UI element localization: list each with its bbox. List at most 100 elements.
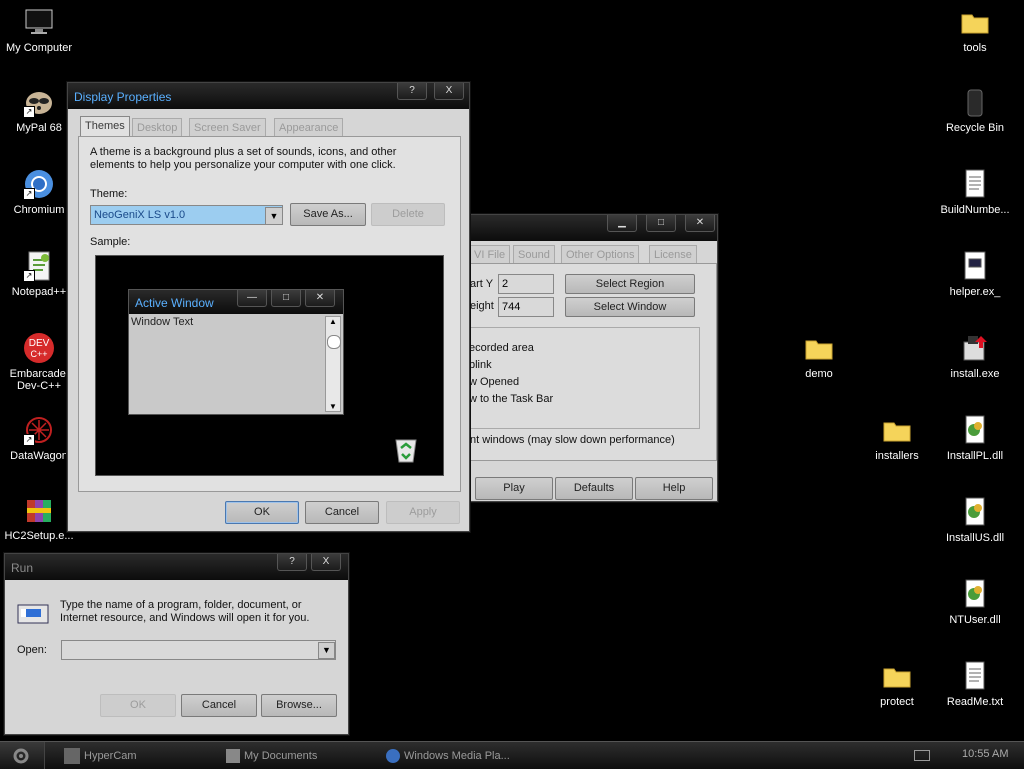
taskbar-item-hypercam[interactable]: HyperCam [64, 745, 214, 767]
minimize-button[interactable]: ▁ [607, 215, 637, 232]
scroll-thumb [327, 335, 341, 349]
hypercam-tabs: VI File Sound Other Options License [469, 245, 715, 264]
hypercam-window: ▁ □ ✕ VI File Sound Other Options Licens… [430, 214, 718, 502]
tab-appearance[interactable]: Appearance [274, 118, 344, 137]
cancel-button[interactable]: Cancel [305, 501, 379, 524]
dll-file-icon [959, 414, 991, 446]
desktop-icon-protect[interactable]: protect [858, 660, 936, 708]
run-description-line1: Type the name of a program, folder, docu… [60, 599, 302, 611]
tab-desktop[interactable]: Desktop [132, 118, 183, 137]
sample-window-titlebar: Active Window — □ ✕ [129, 290, 343, 314]
desktop-icon-recycle-bin[interactable]: Recycle Bin [936, 86, 1014, 134]
shortcut-arrow-icon: ↗ [23, 188, 35, 200]
keyboard-icon[interactable] [914, 750, 930, 761]
theme-select-value: NeoGeniX LS v1.0 [94, 209, 186, 221]
chevron-down-icon[interactable]: ▼ [318, 642, 335, 659]
play-button[interactable]: Play [475, 477, 553, 500]
tab-themes[interactable]: Themes [80, 116, 130, 137]
browse-button[interactable]: Browse... [261, 694, 337, 717]
tab-sound[interactable]: Sound [513, 245, 555, 264]
maximize-button[interactable]: □ [646, 215, 676, 232]
taskbar-item-label: HyperCam [84, 750, 137, 762]
shortcut-arrow-icon: ↗ [23, 434, 35, 446]
start-button[interactable] [0, 742, 45, 769]
desktop-icon-ntuser[interactable]: NTUser.dll [936, 578, 1014, 626]
close-icon: ✕ [305, 290, 335, 307]
desktop-icon-install-exe[interactable]: install.exe [936, 332, 1014, 380]
save-as-button[interactable]: Save As... [290, 203, 366, 226]
notepad-plus-plus-icon: ↗ [23, 250, 55, 282]
close-button[interactable]: X [311, 554, 341, 571]
desktop-icon-label: BuildNumbe... [940, 204, 1010, 216]
start-y-input[interactable]: 2 [498, 274, 554, 294]
defaults-button[interactable]: Defaults [555, 477, 633, 500]
height-input[interactable]: 744 [498, 297, 554, 317]
close-button[interactable]: X [434, 83, 464, 100]
desktop-icon-label: protect [880, 696, 914, 708]
desktop-icon-label: NTUser.dll [949, 614, 1001, 626]
desktop-icon-tools[interactable]: tools [936, 6, 1014, 54]
desktop-icon-buildnumber[interactable]: BuildNumbe... [936, 168, 1014, 216]
ok-button[interactable]: OK [100, 694, 176, 717]
ok-button[interactable]: OK [225, 501, 299, 524]
dll-file-icon [959, 578, 991, 610]
open-input[interactable] [61, 640, 336, 660]
tab-license[interactable]: License [649, 245, 697, 264]
shortcut-arrow-icon: ↗ [23, 106, 35, 118]
desktop-icon-installpl[interactable]: InstallPL.dll [936, 414, 1014, 462]
delete-button[interactable]: Delete [371, 203, 445, 226]
option-blink[interactable]: blink [469, 359, 492, 371]
open-label: Open: [17, 644, 47, 656]
text-file-icon [959, 168, 991, 200]
desktop-icon-installers[interactable]: installers [858, 414, 936, 462]
run-icon [17, 600, 49, 629]
folder-icon [959, 6, 991, 38]
desktop-icon-label: My Computer [5, 42, 73, 54]
maximize-icon: □ [271, 290, 301, 307]
taskbar-item-my-documents[interactable]: My Documents [226, 745, 376, 767]
taskbar-item-label: My Documents [244, 750, 318, 762]
tab-avi-file[interactable]: VI File [469, 245, 511, 264]
desktop-icon-readme[interactable]: ReadMe.txt [936, 660, 1014, 708]
hypercam-icon [64, 748, 80, 765]
start-y-label: art Y [470, 278, 494, 290]
raccoon-icon: ↗ [23, 86, 55, 118]
desktop-icon-label: ReadMe.txt [946, 696, 1004, 708]
desktop-icon-helper[interactable]: helper.ex_ [936, 250, 1014, 298]
help-button[interactable]: Help [635, 477, 713, 500]
select-window-button[interactable]: Select Window [565, 297, 695, 317]
option-window-opened[interactable]: w Opened [469, 376, 519, 388]
option-taskbar[interactable]: w to the Task Bar [469, 393, 553, 405]
help-button[interactable]: ? [397, 83, 427, 100]
desktop-icon-label: installers [875, 450, 919, 462]
theme-select[interactable]: NeoGeniX LS v1.0 [90, 205, 283, 225]
display-properties-window: Display Properties ? X Themes Desktop Sc… [67, 82, 470, 532]
documents-icon [226, 749, 240, 764]
desktop-icon-demo[interactable]: demo [780, 332, 858, 380]
gear-icon [13, 748, 29, 764]
svg-text:C++: C++ [30, 349, 47, 359]
themes-description: A theme is a background plus a set of so… [90, 146, 397, 171]
desktop-icon-installus[interactable]: InstallUS.dll [936, 496, 1014, 544]
taskbar-item-media-player[interactable]: Windows Media Pla... [386, 745, 556, 767]
apply-button[interactable]: Apply [386, 501, 460, 524]
option-layered-windows[interactable]: nt windows (may slow down performance) [470, 434, 675, 446]
recycle-bin-icon [959, 86, 991, 118]
desktop-icon-label: install.exe [950, 368, 1000, 380]
scroll-up-icon: ▲ [329, 317, 337, 326]
help-button[interactable]: ? [277, 554, 307, 571]
chevron-down-icon[interactable]: ▼ [265, 207, 283, 225]
select-region-button[interactable]: Select Region [565, 274, 695, 294]
recycle-bin-icon [392, 434, 420, 467]
desktop-icon-label: demo [805, 368, 833, 380]
desktop-icon-label: Recycle Bin [945, 122, 1005, 134]
run-description-line2: Internet resource, and Windows will open… [60, 612, 310, 624]
dll-file-icon [959, 496, 991, 528]
tab-screen-saver[interactable]: Screen Saver [189, 118, 266, 137]
option-record-area[interactable]: ecorded area [469, 342, 534, 354]
cancel-button[interactable]: Cancel [181, 694, 257, 717]
close-button[interactable]: ✕ [685, 215, 715, 232]
desktop-icon-my-computer[interactable]: My Computer [0, 6, 78, 54]
tab-other-options[interactable]: Other Options [561, 245, 640, 264]
taskbar-clock[interactable]: 10:55 AM [962, 748, 1008, 760]
